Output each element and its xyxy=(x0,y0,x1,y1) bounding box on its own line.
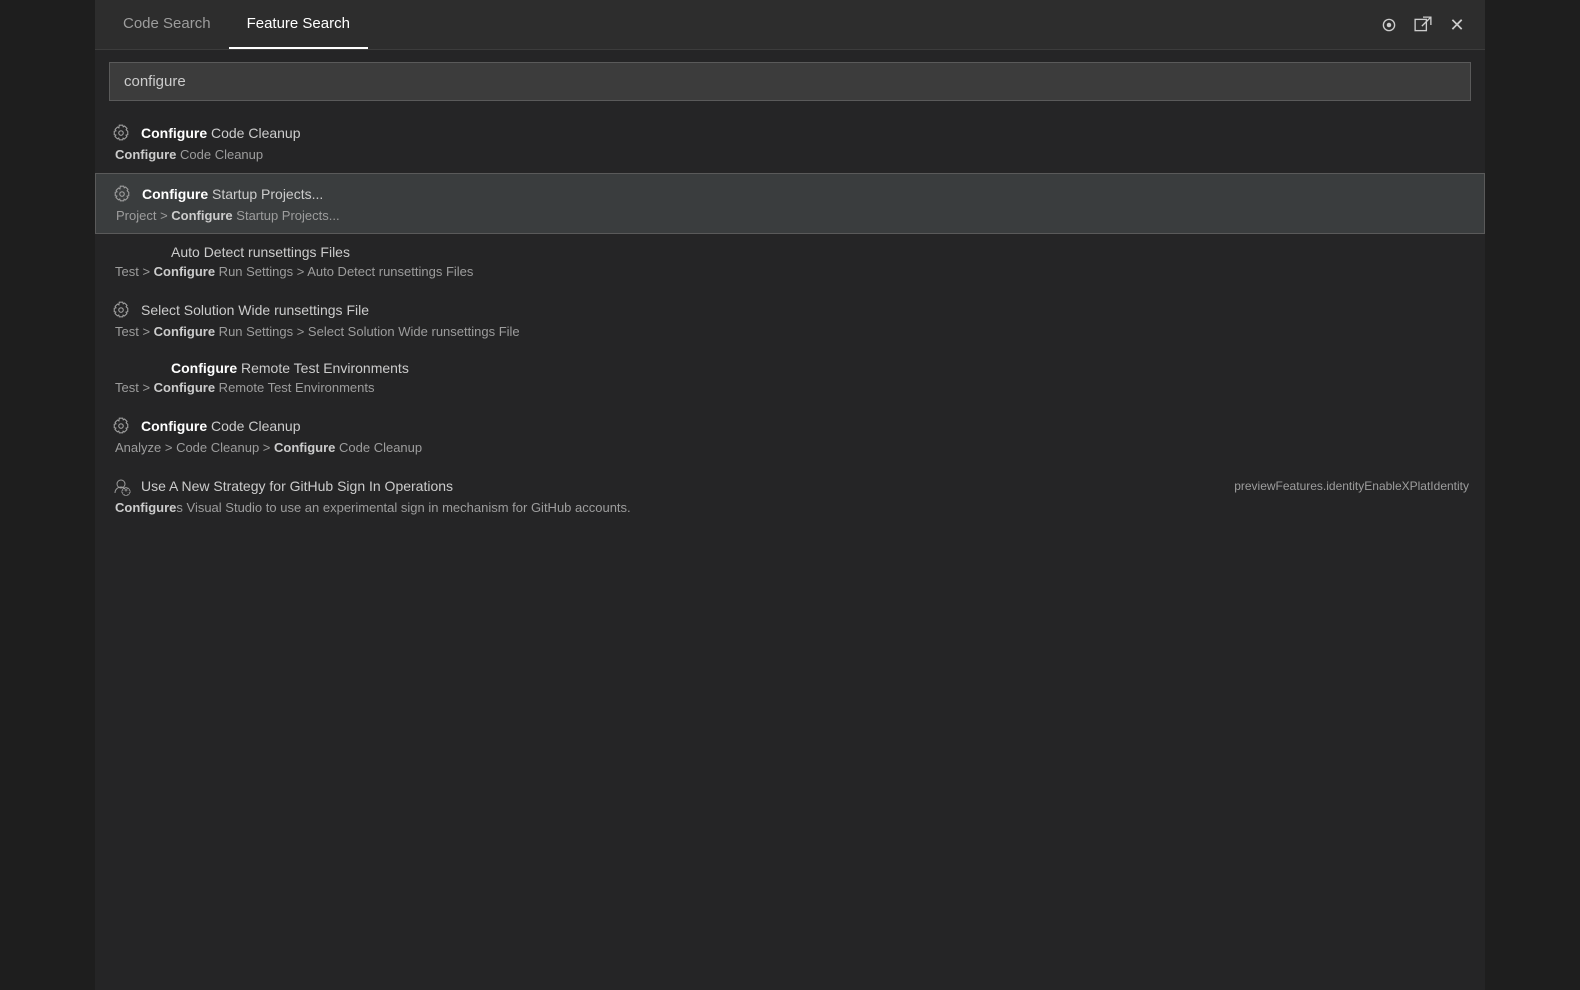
result-breadcrumb-1: Configure Code Cleanup xyxy=(111,147,1469,162)
tab-feature-search-label: Feature Search xyxy=(247,15,350,32)
result-title-bold-1: Configure xyxy=(141,125,207,141)
result-breadcrumb-4: Test > Configure Run Settings > Select S… xyxy=(111,324,1469,339)
result-item-5[interactable]: Configure Remote Test Environments Test … xyxy=(95,350,1485,406)
gear-icon-4 xyxy=(111,300,131,320)
breadcrumb-bold-6: Configure xyxy=(274,440,335,455)
popout-button[interactable] xyxy=(1413,15,1433,35)
tabs-container: Code Search Feature Search xyxy=(105,0,368,49)
search-container xyxy=(95,50,1485,113)
result-item-1[interactable]: Configure Code Cleanup Configure Code Cl… xyxy=(95,113,1485,173)
result-title-1: Configure Code Cleanup xyxy=(141,125,301,141)
breadcrumb-bold-3: Configure xyxy=(154,264,215,279)
breadcrumb-bold-2: Configure xyxy=(171,208,232,223)
breadcrumb-bold-5: Configure xyxy=(154,380,215,395)
result-item-6[interactable]: Configure Code Cleanup Analyze > Code Cl… xyxy=(95,406,1485,466)
result-breadcrumb-6: Analyze > Code Cleanup > Configure Code … xyxy=(111,440,1469,455)
github-gear-icon-7 xyxy=(111,476,131,496)
search-input[interactable] xyxy=(109,62,1471,101)
result-item-2[interactable]: Configure Startup Projects... Project > … xyxy=(95,173,1485,234)
window-controls: ✕ xyxy=(1379,0,1475,49)
gear-icon-2 xyxy=(112,184,132,204)
breadcrumb-bold-7: Configure xyxy=(115,500,176,515)
result-title-bold-2: Configure xyxy=(142,186,208,202)
result-breadcrumb-3: Test > Configure Run Settings > Auto Det… xyxy=(111,264,1469,279)
result-title-bold-6: Configure xyxy=(141,418,207,434)
result-title-3: Auto Detect runsettings Files xyxy=(171,244,350,260)
results-list: Configure Code Cleanup Configure Code Cl… xyxy=(95,113,1485,526)
result-title-6: Configure Code Cleanup xyxy=(141,418,301,434)
result-breadcrumb-5: Test > Configure Remote Test Environment… xyxy=(111,380,1469,395)
gear-icon-6 xyxy=(111,416,131,436)
tab-code-search[interactable]: Code Search xyxy=(105,0,229,49)
result-title-7: Use A New Strategy for GitHub Sign In Op… xyxy=(141,478,453,494)
preview-tag-7: previewFeatures.identityEnableXPlatIdent… xyxy=(1234,479,1469,493)
result-item-4[interactable]: Select Solution Wide runsettings File Te… xyxy=(95,290,1485,350)
tab-code-search-label: Code Search xyxy=(123,15,211,32)
main-window: Code Search Feature Search xyxy=(95,0,1485,990)
result-title-5: Configure Remote Test Environments xyxy=(171,360,409,376)
result-title-bold-5: Configure xyxy=(171,360,237,376)
result-title-2: Configure Startup Projects... xyxy=(142,186,323,202)
close-button[interactable]: ✕ xyxy=(1447,15,1467,35)
breadcrumb-bold-4: Configure xyxy=(154,324,215,339)
tab-feature-search[interactable]: Feature Search xyxy=(229,0,368,49)
breadcrumb-bold-1: Configure xyxy=(115,147,176,162)
popout-icon xyxy=(1414,16,1432,34)
close-icon: ✕ xyxy=(1449,16,1464,34)
result-item-7[interactable]: Use A New Strategy for GitHub Sign In Op… xyxy=(95,466,1485,526)
result-title-4: Select Solution Wide runsettings File xyxy=(141,302,369,318)
tab-bar: Code Search Feature Search xyxy=(95,0,1485,50)
gear-icon-1 xyxy=(111,123,131,143)
result-breadcrumb-7: Configures Visual Studio to use an exper… xyxy=(111,500,1469,515)
preview-button[interactable] xyxy=(1379,15,1399,35)
preview-icon xyxy=(1380,16,1398,34)
result-breadcrumb-2: Project > Configure Startup Projects... xyxy=(112,208,1468,223)
result-item-3[interactable]: Auto Detect runsettings Files Test > Con… xyxy=(95,234,1485,290)
